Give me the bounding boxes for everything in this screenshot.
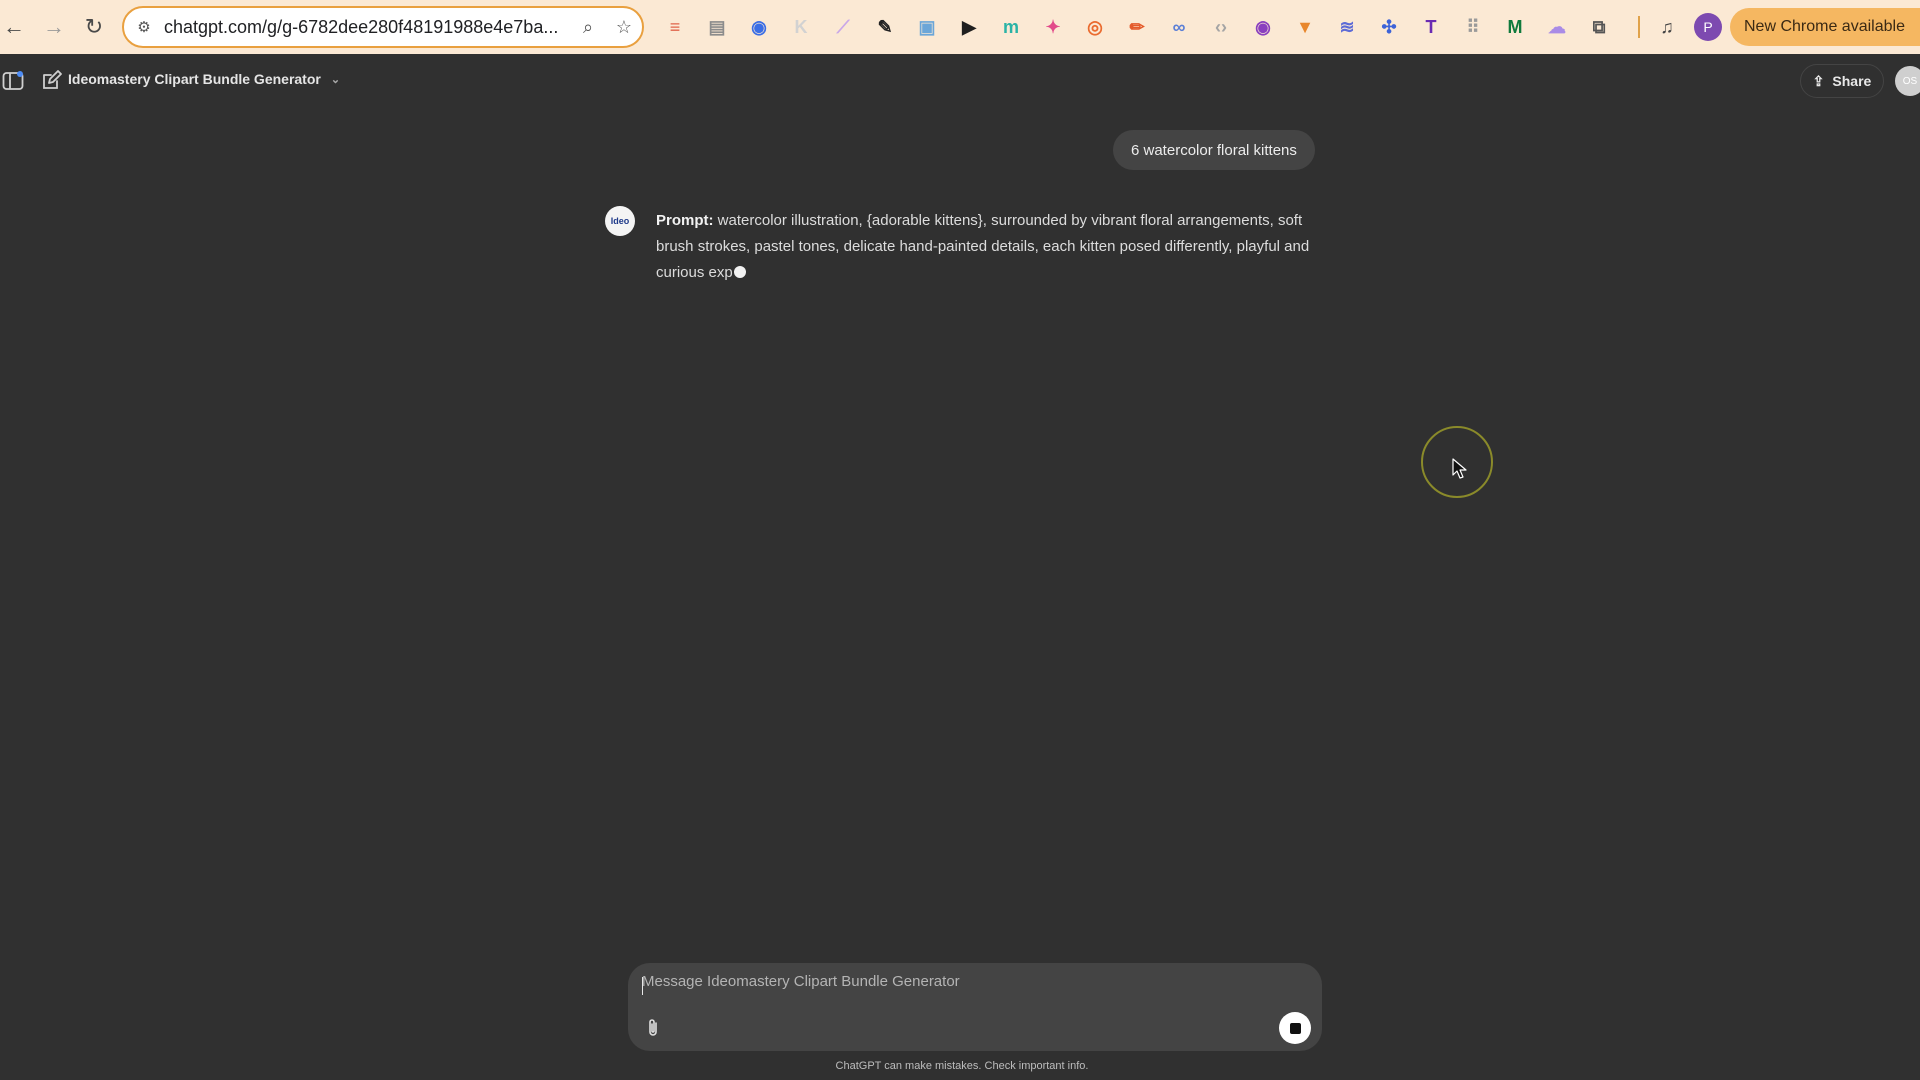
- ext-pen-icon[interactable]: ⟋: [828, 12, 858, 42]
- ext-red-book-icon[interactable]: ≡: [660, 12, 690, 42]
- chevron-down-icon: ⌄: [330, 73, 341, 86]
- ext-code-icon[interactable]: ‹›: [1206, 12, 1236, 42]
- back-arrow-icon[interactable]: ←: [0, 7, 34, 47]
- paperclip-icon: [649, 1019, 657, 1036]
- toolbar-separator: [1638, 16, 1640, 38]
- address-bar[interactable]: ⚙ chatgpt.com/g/g-6782dee280f48191988e4e…: [122, 6, 644, 48]
- ext-cloud-icon[interactable]: ☁: [1542, 12, 1572, 42]
- assistant-message: Prompt: watercolor illustration, {adorab…: [656, 208, 1322, 286]
- user-avatar[interactable]: OS: [1895, 66, 1920, 96]
- ext-puzzle-blue-icon[interactable]: ✣: [1374, 12, 1404, 42]
- share-label: Share: [1832, 73, 1872, 89]
- stop-generating-button[interactable]: [1279, 1012, 1311, 1044]
- ext-grey-tab-icon[interactable]: ▤: [702, 12, 732, 42]
- ext-m-icon[interactable]: M: [1500, 12, 1530, 42]
- attach-paperclip-icon[interactable]: [638, 1013, 668, 1043]
- zoom-icon[interactable]: ⌕: [570, 17, 606, 38]
- ext-eye-icon[interactable]: ◉: [1248, 12, 1278, 42]
- disclaimer-text: ChatGPT can make mistakes. Check importa…: [835, 1060, 1089, 1072]
- forward-arrow-icon[interactable]: →: [34, 7, 74, 47]
- message-input[interactable]: [642, 973, 1282, 1001]
- site-settings-icon[interactable]: ⚙: [124, 18, 164, 36]
- text-caret: [642, 977, 643, 995]
- user-message-text: 6 watercolor floral kittens: [1131, 141, 1297, 159]
- ext-layers-icon[interactable]: ≋: [1332, 12, 1362, 42]
- chrome-update-label: New Chrome available: [1744, 18, 1905, 35]
- ext-map-icon[interactable]: ▣: [912, 12, 942, 42]
- sidebar-toggle-icon[interactable]: [2, 70, 24, 92]
- ext-fox-icon[interactable]: ▼: [1290, 12, 1320, 42]
- reload-icon[interactable]: ↻: [74, 7, 114, 47]
- extensions-strip: ≡ ▤ ◉ K ⟋ ✎ ▣ ▶ m ✦ ◎ ✏ ∞ ‹› ◉ ▼ ≋ ✣ T ⠿ M ☁ ⧉ ♫ P: [660, 12, 1722, 42]
- assistant-message-lead: Prompt:: [656, 212, 714, 229]
- assistant-avatar: Ideo: [605, 206, 635, 236]
- chrome-update-button[interactable]: New Chrome available: [1730, 8, 1920, 46]
- ext-t-icon[interactable]: T: [1416, 12, 1446, 42]
- bookmark-star-icon[interactable]: ☆: [606, 17, 642, 38]
- share-icon: ⇪: [1812, 72, 1825, 89]
- gpt-name-dropdown[interactable]: Ideomastery Clipart Bundle Generator ⌄: [68, 71, 340, 87]
- ext-play-icon[interactable]: ▶: [954, 12, 984, 42]
- streaming-indicator-icon: [733, 266, 746, 278]
- app-header: Ideomastery Clipart Bundle Generator ⌄ ⇪…: [0, 54, 1920, 108]
- ext-link-icon[interactable]: ∞: [1164, 12, 1194, 42]
- browser-toolbar: ← → ↻ ⚙ chatgpt.com/g/g-6782dee280f48191…: [0, 0, 1920, 54]
- mouse-cursor-icon: [1452, 458, 1467, 479]
- ext-blue-circle-icon[interactable]: ◉: [744, 12, 774, 42]
- ext-k-icon[interactable]: K: [786, 12, 816, 42]
- share-button[interactable]: ⇪ Share: [1800, 64, 1884, 98]
- ext-eyedropper-icon[interactable]: ✎: [870, 12, 900, 42]
- new-chat-icon[interactable]: [40, 70, 62, 92]
- assistant-message-text: watercolor illustration, {adorable kitte…: [656, 212, 1310, 281]
- ext-brush-icon[interactable]: ✏: [1122, 12, 1152, 42]
- ext-colorful-icon[interactable]: ✦: [1038, 12, 1068, 42]
- extensions-puzzle-icon[interactable]: ⧉: [1584, 12, 1614, 42]
- ext-m-teal-icon[interactable]: m: [996, 12, 1026, 42]
- media-controls-icon[interactable]: ♫: [1652, 12, 1682, 42]
- ext-grid-icon[interactable]: ⠿: [1458, 12, 1488, 42]
- ext-ring-icon[interactable]: ◎: [1080, 12, 1110, 42]
- message-composer: [628, 963, 1322, 1051]
- url-text[interactable]: chatgpt.com/g/g-6782dee280f48191988e4e7b…: [164, 17, 570, 38]
- user-message-bubble: 6 watercolor floral kittens: [1113, 130, 1315, 170]
- gpt-name: Ideomastery Clipart Bundle Generator: [68, 71, 321, 87]
- stop-icon: [1289, 1022, 1301, 1034]
- browser-profile-avatar[interactable]: P: [1694, 13, 1722, 41]
